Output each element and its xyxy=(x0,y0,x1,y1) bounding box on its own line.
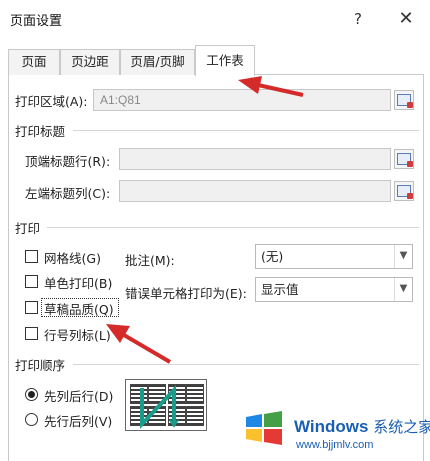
watermark-url: www.bjjmlv.com xyxy=(296,439,374,451)
annotation-arrowhead-draft xyxy=(106,324,130,343)
annotation-arrow-tab xyxy=(257,83,304,97)
windows-logo-icon xyxy=(246,411,282,445)
watermark-brand-en: Windows xyxy=(294,417,369,436)
annotation-arrowhead-tab xyxy=(238,76,262,94)
annotation-arrow-draft xyxy=(122,333,172,364)
watermark-brand-cn: 系统之家 xyxy=(373,419,430,436)
tab-sheet[interactable]: 工作表 xyxy=(195,45,255,76)
watermark-brand: Windows 系统之家 xyxy=(294,416,430,437)
